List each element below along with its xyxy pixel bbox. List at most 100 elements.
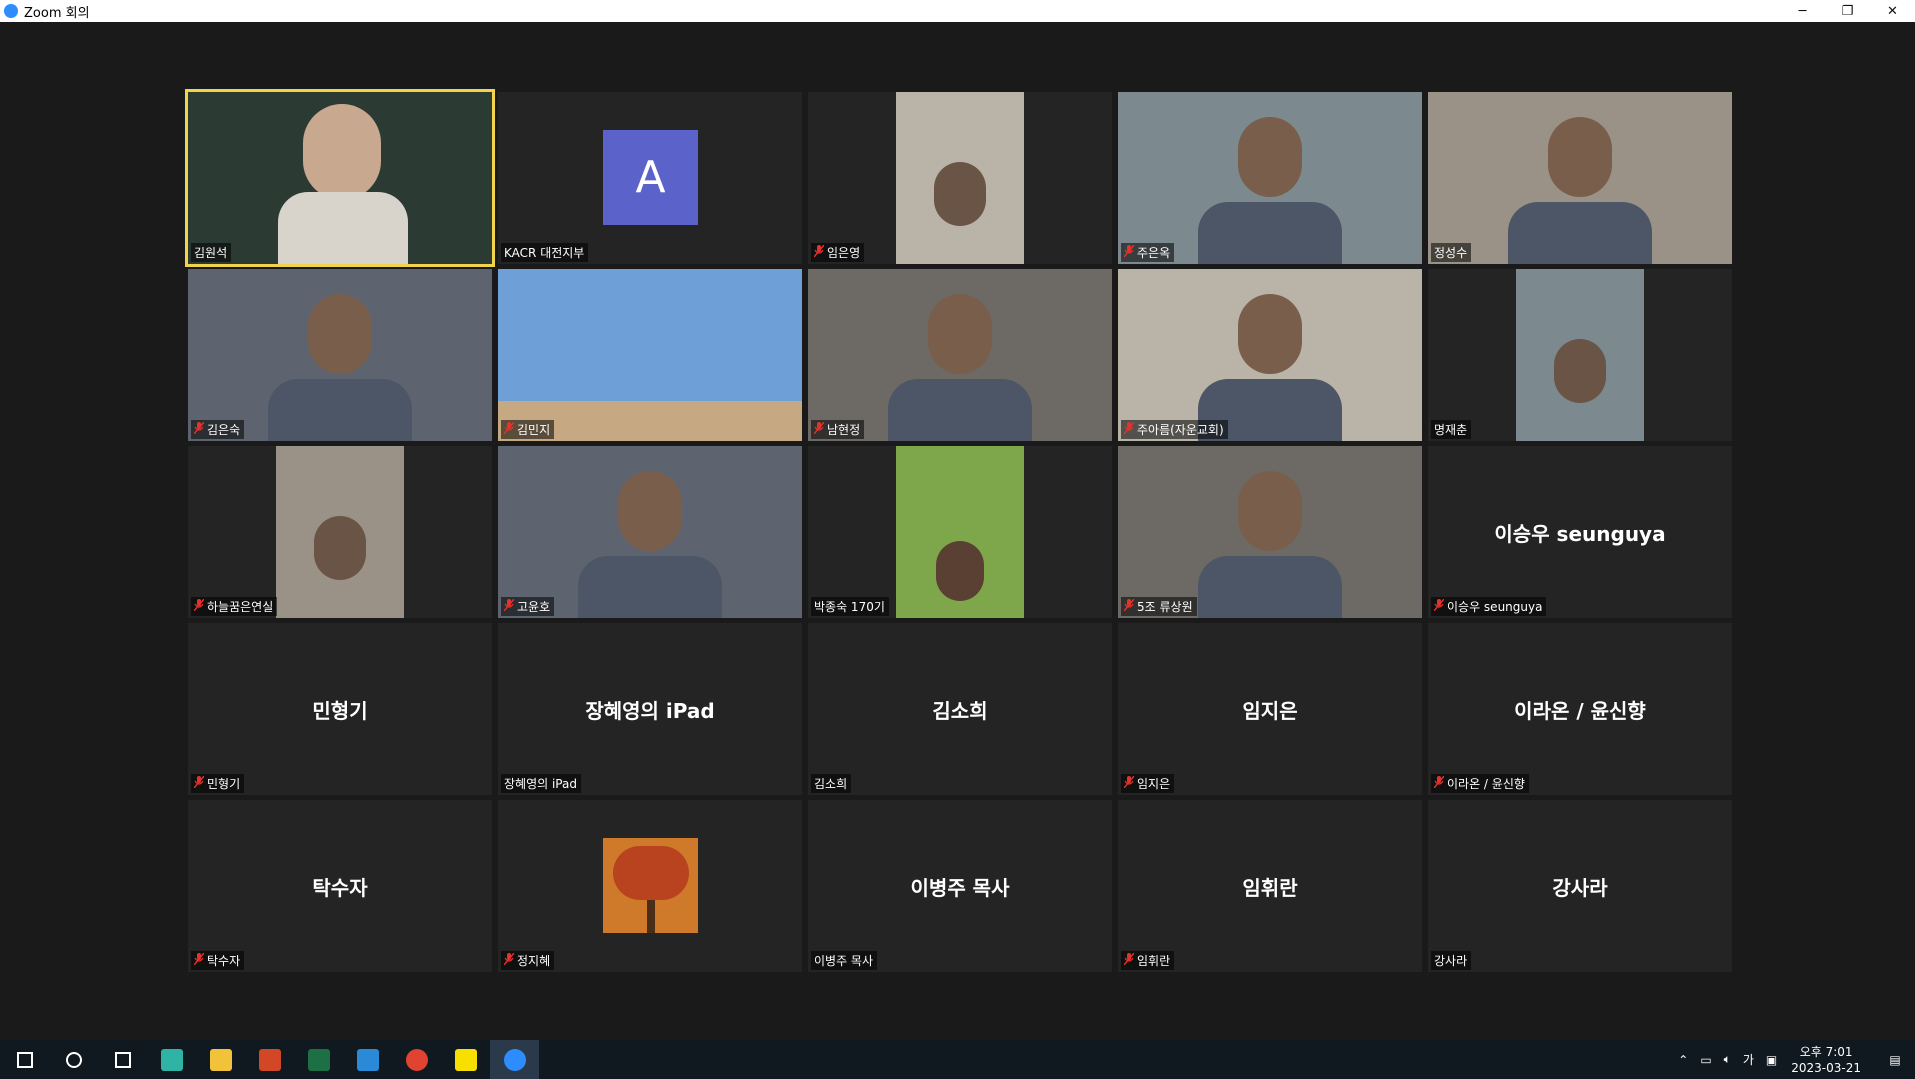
participant-tile[interactable]: 장혜영의 iPad 장혜영의 iPad (498, 623, 802, 795)
muted-mic-icon (194, 776, 204, 791)
muted-mic-icon (194, 599, 204, 614)
participant-video (276, 446, 404, 618)
participant-tile[interactable]: 강사라 강사라 (1428, 800, 1732, 972)
participant-video (1118, 92, 1422, 264)
participant-tile[interactable]: 이라온 / 윤신향 이라온 / 윤신향 (1428, 623, 1732, 795)
muted-mic-icon (1434, 599, 1444, 614)
participant-name: 임지은 (1137, 777, 1171, 791)
participant-tile[interactable]: 정성수 (1428, 92, 1732, 264)
participant-name: 김은숙 (207, 423, 241, 437)
restore-button[interactable]: ❐ (1825, 0, 1870, 22)
participant-center-name: 탁수자 (312, 875, 368, 900)
task-view-icon[interactable] (98, 1040, 147, 1079)
tray-chevron-icon[interactable]: ⌃ (1678, 1053, 1688, 1067)
start-icon[interactable] (0, 1040, 49, 1079)
network-icon[interactable]: ▭ (1700, 1053, 1711, 1067)
participant-avatar: A (603, 130, 698, 225)
search-icon[interactable] (49, 1040, 98, 1079)
kakaotalk-icon[interactable] (441, 1040, 490, 1079)
participant-name: 남현정 (827, 423, 861, 437)
muted-mic-icon (504, 953, 514, 968)
participant-name: 임휘란 (1137, 954, 1171, 968)
participant-name: 정지혜 (517, 954, 551, 968)
notification-icon[interactable]: ▤ (1875, 1040, 1915, 1079)
participant-tile[interactable]: 임지은 임지은 (1118, 623, 1422, 795)
participant-name-tag: 장혜영의 iPad (501, 774, 581, 793)
participant-center-name: 임지은 (1242, 698, 1298, 723)
participant-tile[interactable]: 김민지 (498, 269, 802, 441)
participant-tile[interactable]: A KACR 대전지부 (498, 92, 802, 264)
participant-name-tag: 정성수 (1431, 243, 1472, 262)
participant-name-tag: 김민지 (501, 420, 555, 439)
participant-tile[interactable]: 주아름(자운교회) (1118, 269, 1422, 441)
participant-tile[interactable]: 김은숙 (188, 269, 492, 441)
participant-name: 고윤호 (517, 600, 551, 614)
muted-mic-icon (814, 422, 824, 437)
participant-tile[interactable]: 고윤호 (498, 446, 802, 618)
participant-video (1118, 269, 1422, 441)
participant-name: 주아름(자운교회) (1137, 423, 1224, 437)
participant-video (1118, 446, 1422, 618)
participant-tile[interactable]: 민형기 민형기 (188, 623, 492, 795)
participant-picture (603, 838, 698, 933)
participant-tile[interactable]: 임휘란 임휘란 (1118, 800, 1422, 972)
clock-date: 2023-03-21 (1791, 1060, 1861, 1075)
participant-name-tag: 민형기 (191, 774, 245, 793)
participant-name-tag: 임은영 (811, 243, 865, 262)
participant-name: 민형기 (207, 777, 241, 791)
participant-name: 정성수 (1434, 246, 1468, 260)
participant-center-name: 김소희 (932, 698, 988, 723)
app-icon[interactable] (343, 1040, 392, 1079)
participant-video (188, 92, 492, 264)
powerpoint-icon[interactable] (245, 1040, 294, 1079)
window-title: Zoom 회의 (24, 5, 90, 21)
participant-video (188, 269, 492, 441)
participant-name: 김소희 (814, 777, 848, 791)
participant-tile[interactable]: 박종숙 170기 (808, 446, 1112, 618)
chrome-icon[interactable] (392, 1040, 441, 1079)
participant-name: 박종숙 170기 (814, 600, 885, 614)
participant-name-tag: 남현정 (811, 420, 865, 439)
participant-name-tag: KACR 대전지부 (501, 243, 589, 262)
participant-tile[interactable]: 하늘꿈은연실 (188, 446, 492, 618)
participant-name-tag: 탁수자 (191, 951, 245, 970)
clock[interactable]: 오후 7:01 2023-03-21 (1791, 1044, 1861, 1076)
close-button[interactable]: ✕ (1870, 0, 1915, 22)
participant-tile[interactable]: 정지혜 (498, 800, 802, 972)
participant-tile[interactable]: 이승우 seunguya 이승우 seunguya (1428, 446, 1732, 618)
participant-name: 5조 류상원 (1137, 600, 1193, 614)
participant-name-tag: 주은옥 (1121, 243, 1175, 262)
minimize-button[interactable]: ─ (1780, 0, 1825, 22)
ime-indicator[interactable]: 가 (1743, 1051, 1754, 1068)
participant-name: 임은영 (827, 246, 861, 260)
participant-video (808, 269, 1112, 441)
participant-name-tag: 5조 류상원 (1121, 597, 1197, 616)
participant-name-tag: 김소희 (811, 774, 852, 793)
excel-icon[interactable] (294, 1040, 343, 1079)
participant-name-tag: 주아름(자운교회) (1121, 420, 1228, 439)
participant-tile[interactable]: 임은영 (808, 92, 1112, 264)
participant-tile[interactable]: 명재춘 (1428, 269, 1732, 441)
zoom-app-icon (4, 4, 18, 18)
participant-center-name: 이라온 / 윤신향 (1514, 698, 1646, 723)
participant-tile[interactable]: 5조 류상원 (1118, 446, 1422, 618)
participant-name: 주은옥 (1137, 246, 1171, 260)
file-explorer-icon[interactable] (196, 1040, 245, 1079)
participant-tile[interactable]: 남현정 (808, 269, 1112, 441)
participant-center-name: 민형기 (312, 698, 368, 723)
participant-tile[interactable]: 김원석 (185, 89, 495, 267)
participant-name-tag: 하늘꿈은연실 (191, 597, 278, 616)
participant-tile[interactable]: 이병주 목사 이병주 목사 (808, 800, 1112, 972)
participant-tile[interactable]: 김소희 김소희 (808, 623, 1112, 795)
zoom-icon[interactable] (490, 1040, 539, 1079)
ime-mode-icon[interactable]: ▣ (1766, 1053, 1777, 1067)
volume-icon[interactable]: 🔈︎ (1724, 1052, 1731, 1067)
participant-name-tag: 임지은 (1121, 774, 1175, 793)
gallery-view: 김원석 A KACR 대전지부 임은영 주은옥 정성수김은숙 김민지 남현정 주아름(자운교회)… (0, 22, 1915, 1040)
participant-name-tag: 이라온 / 윤신향 (1431, 774, 1529, 793)
muted-mic-icon (504, 422, 514, 437)
participant-video (1428, 92, 1732, 264)
participant-tile[interactable]: 탁수자 탁수자 (188, 800, 492, 972)
edge-icon[interactable] (147, 1040, 196, 1079)
participant-tile[interactable]: 주은옥 (1118, 92, 1422, 264)
